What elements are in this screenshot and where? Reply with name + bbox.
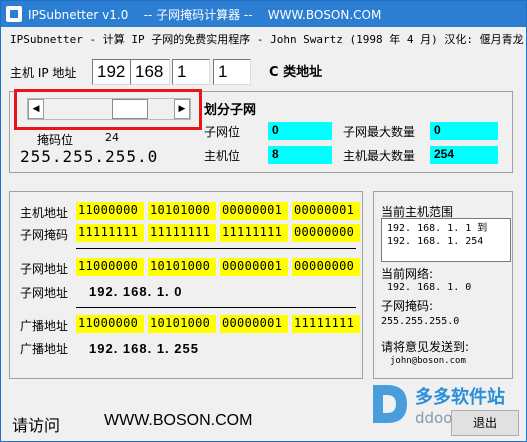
host-addr-octet: 00000001 [292,202,360,220]
class-label: C 类地址 [269,65,323,80]
subnet-heading: 划分子网 [204,103,257,118]
window-title: IPSubnetter v1.0 -- 子网掩码计算器 -- WWW.BOSON… [28,8,382,22]
host-addr-octet: 11000000 [76,202,144,220]
feedback-email[interactable]: john@boson.com [390,356,466,366]
ip-octet-3[interactable]: 1 [172,59,210,85]
app-icon [6,6,22,22]
max-subnets-label: 子网最大数量 [343,125,416,139]
website-link[interactable]: WWW.BOSON.COM [104,412,252,430]
title-bar[interactable]: IPSubnetter v1.0 -- 子网掩码计算器 -- WWW.BOSON… [1,1,526,27]
broadcast-octet: 11111111 [292,315,360,333]
ip-label: 主机 IP 地址 [10,66,77,80]
mask-info-value: 255.255.255.0 [381,316,460,327]
subnet-addr-label: 子网地址 [20,262,69,276]
subnet-mask-label: 子网掩码 [20,228,69,242]
subnet-addr-octet: 00000001 [220,258,288,276]
subnet-addr-octet: 11000000 [76,258,144,276]
mask-value: 255.255.255.0 [20,147,159,166]
ip-octet-4[interactable]: 1 [213,59,251,85]
broadcast-dotted: 192. 168. 1. 255 [89,341,199,356]
separator [76,307,356,308]
ip-octet-2[interactable]: 168 [130,59,170,85]
subnet-mask-octet: 00000000 [292,224,360,242]
exit-button[interactable]: 退出 [451,410,519,436]
max-hosts-label: 主机最大数量 [343,149,416,163]
host-bits-value: 8 [268,146,332,164]
broadcast-octet: 10101000 [148,315,216,333]
subnet-addr-dotted: 192. 168. 1. 0 [89,284,183,299]
broadcast-label: 广播地址 [20,319,69,333]
broadcast2-label: 广播地址 [20,342,69,356]
broadcast-octet: 11000000 [76,315,144,333]
visit-label: 请访问 [12,416,61,435]
host-addr-label: 主机地址 [20,206,69,220]
watermark-line-1: 多多软件站 [415,387,505,408]
subnet-mask-octet: 11111111 [220,224,288,242]
broadcast-octet: 00000001 [220,315,288,333]
range-line-2: 192. 168. 1. 254 [387,236,484,247]
network-label: 当前网络: [381,267,434,281]
app-window: IPSubnetter v1.0 -- 子网掩码计算器 -- WWW.BOSON… [0,0,527,442]
subnet-addr-octet: 10101000 [148,258,216,276]
range-line-1: 192. 168. 1. 1 到 [387,223,488,234]
subtitle: IPSubnetter - 计算 IP 子网的免费实用程序 - John Swa… [10,33,524,46]
subnet-mask-octet: 11111111 [76,224,144,242]
watermark-logo-icon [373,385,407,423]
subnet-bits-value: 0 [268,122,332,140]
host-addr-octet: 10101000 [148,202,216,220]
range-box: 192. 168. 1. 1 到 192. 168. 1. 254 [381,218,511,262]
host-bits-label: 主机位 [204,149,241,163]
mask-info-label: 子网掩码: [381,299,434,313]
subnet-addr2-label: 子网地址 [20,286,69,300]
mask-bits-label: 掩码位 [37,133,74,147]
highlight-box [14,89,202,130]
separator [76,248,356,249]
subnet-mask-octet: 11111111 [148,224,216,242]
mask-bits-value: 24 [105,131,119,144]
network-value: 192. 168. 1. 0 [387,282,472,293]
max-subnets-value: 0 [430,122,498,140]
host-addr-octet: 00000001 [220,202,288,220]
feedback-label: 请将意见发送到: [381,340,470,354]
subnet-addr-octet: 00000000 [292,258,360,276]
max-hosts-value: 254 [430,146,498,164]
subnet-bits-label: 子网位 [204,125,241,139]
